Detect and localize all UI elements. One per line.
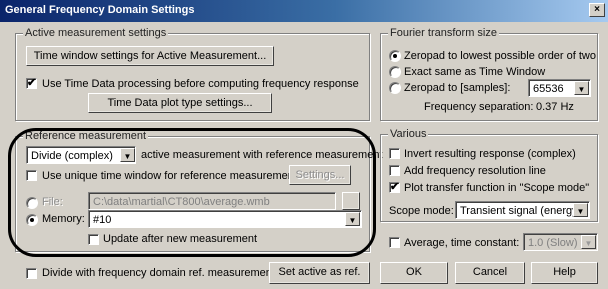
invert-response-label: Invert resulting response (complex) [404, 148, 576, 160]
help-button[interactable]: Help [531, 262, 598, 284]
divide-frequency-ref-checkbox[interactable] [26, 268, 37, 279]
check-icon: ✔ [27, 77, 37, 89]
frequency-resolution-checkbox[interactable] [389, 165, 400, 176]
zeropad-order-two-label: Zeropad to lowest possible order of two [404, 50, 596, 62]
exact-time-window-label: Exact same as Time Window [404, 66, 546, 78]
window-title: General Frequency Domain Settings [5, 4, 195, 16]
radio-selected-dot [393, 54, 397, 58]
scope-mode-dropdown-button[interactable]: ▼ [573, 203, 588, 217]
average-dropdown-button[interactable]: ▼ [581, 235, 596, 249]
frequency-resolution-label: Add frequency resolution line [404, 165, 546, 177]
settings-dialog: General Frequency Domain Settings × Acti… [0, 0, 608, 289]
scope-mode-label: Scope mode: [389, 205, 454, 217]
average-checkbox[interactable] [389, 237, 400, 248]
average-label: Average, time constant: [404, 237, 520, 249]
title-bar[interactable]: General Frequency Domain Settings × [0, 0, 608, 22]
chevron-down-icon: ▼ [576, 207, 585, 216]
samples-value: 65536 [533, 83, 564, 95]
use-time-data-checkbox[interactable]: ✔ [26, 77, 37, 89]
plot-transfer-scope-label: Plot transfer function in "Scope mode" [404, 182, 590, 194]
samples-dropdown-button[interactable]: ▼ [574, 81, 589, 95]
time-data-plot-type-button[interactable]: Time Data plot type settings... [88, 93, 272, 113]
various-legend: Various [388, 128, 429, 140]
radio-exact-time-window[interactable] [389, 66, 401, 78]
radio-zeropad-order-two[interactable] [389, 50, 401, 62]
radio-zeropad-samples[interactable] [389, 82, 401, 94]
invert-response-checkbox[interactable] [389, 148, 400, 159]
highlight-annotation-ring [8, 128, 376, 257]
active-measurement-legend: Active measurement settings [23, 27, 169, 39]
check-icon: ✔ [390, 181, 400, 193]
divide-frequency-ref-label: Divide with frequency domain ref. measur… [42, 267, 275, 279]
scope-mode-value: Transient signal (energy) [460, 205, 582, 217]
average-time-constant-value: 1.0 (Slow) [528, 237, 578, 249]
scope-mode-dropdown[interactable]: Transient signal (energy) [455, 201, 590, 219]
frequency-separation-value: 0.37 Hz [536, 101, 574, 113]
chevron-down-icon: ▼ [577, 85, 586, 94]
set-active-as-ref-button[interactable]: Set active as ref. [269, 262, 370, 284]
chevron-down-icon: ▼ [584, 239, 593, 248]
cancel-button[interactable]: Cancel [455, 262, 525, 284]
time-window-settings-button[interactable]: Time window settings for Active Measurem… [26, 46, 274, 66]
fourier-transform-legend: Fourier transform size [388, 27, 499, 39]
close-icon: × [594, 4, 600, 15]
zeropad-samples-label: Zeropad to [samples]: [404, 82, 511, 94]
ok-button[interactable]: OK [380, 262, 448, 284]
close-button[interactable]: × [589, 3, 605, 17]
frequency-separation-label: Frequency separation: [424, 101, 534, 113]
plot-transfer-scope-checkbox[interactable]: ✔ [389, 181, 400, 193]
use-time-data-label: Use Time Data processing before computin… [42, 78, 359, 90]
